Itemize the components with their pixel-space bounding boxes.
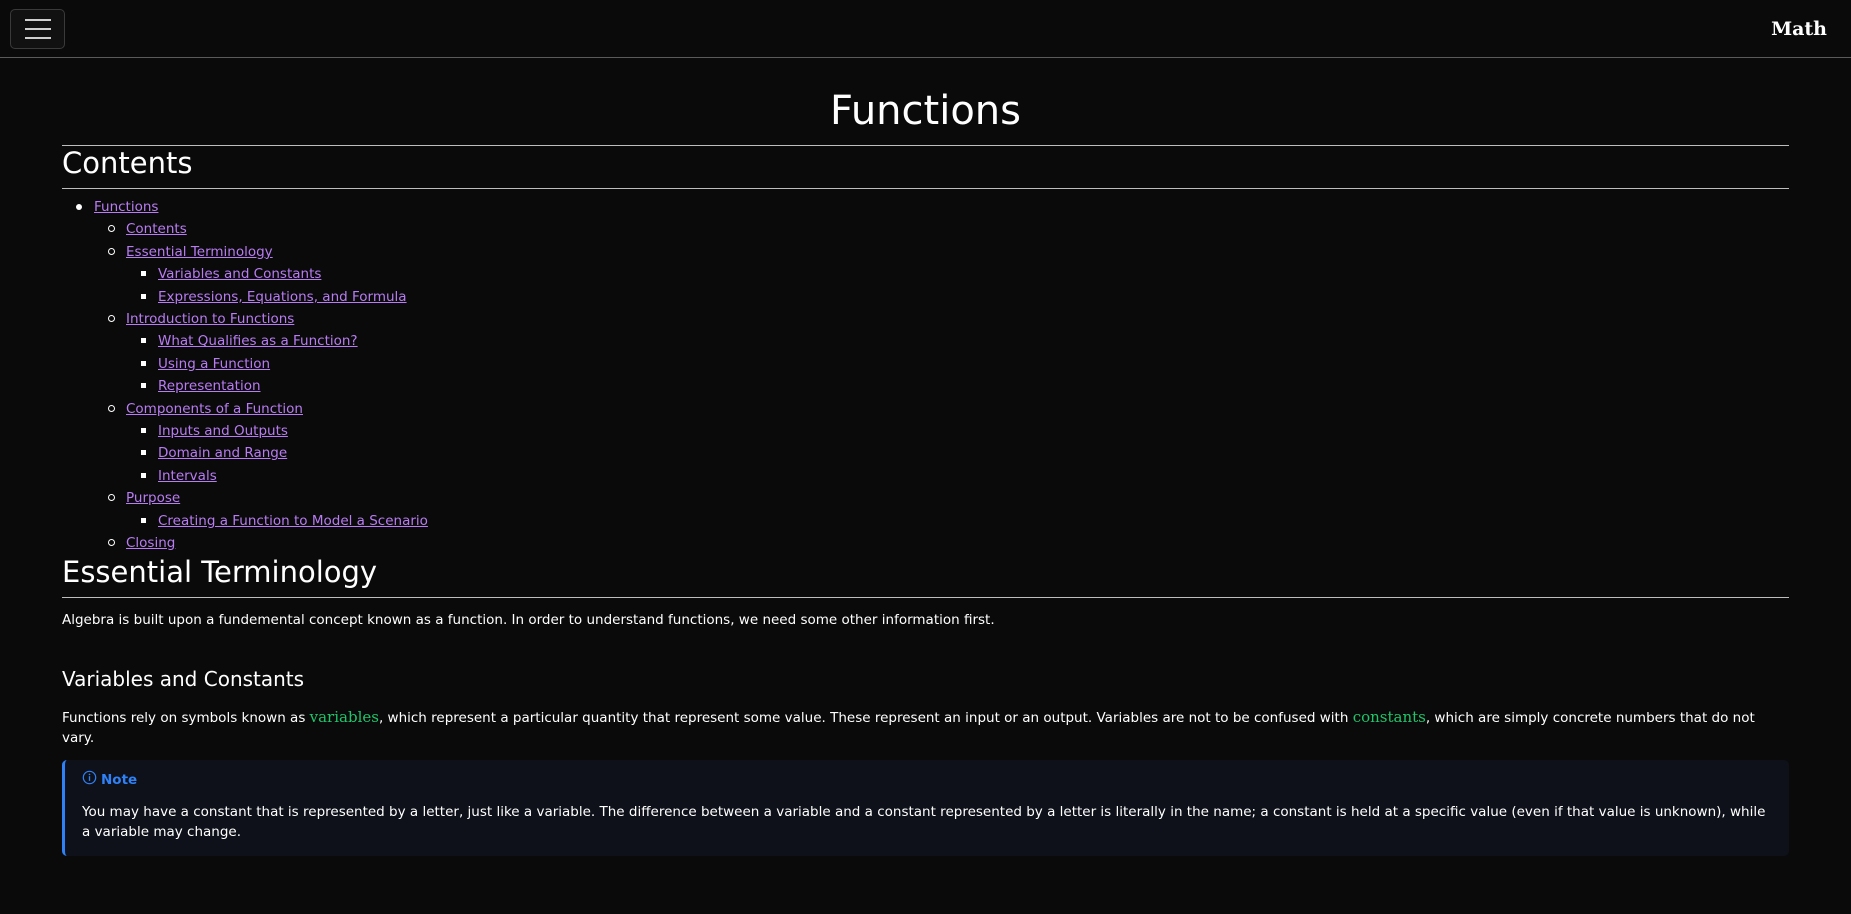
toc-list: Functions Contents Essential Terminology… xyxy=(62,196,1789,555)
toc-sublist: Variables and Constants Expressions, Equ… xyxy=(126,263,1789,308)
toc-link-introduction-to-functions[interactable]: Introduction to Functions xyxy=(126,311,294,327)
toc-item: Functions Contents Essential Terminology… xyxy=(62,196,1789,555)
toc-link-representation[interactable]: Representation xyxy=(158,378,261,394)
note-header: Note xyxy=(82,770,1771,790)
toc-link-contents[interactable]: Contents xyxy=(126,221,187,237)
toc-link-closing[interactable]: Closing xyxy=(126,535,175,551)
toc-link-creating-a-function[interactable]: Creating a Function to Model a Scenario xyxy=(158,513,428,529)
toc-link-purpose[interactable]: Purpose xyxy=(126,490,180,506)
hamburger-icon-bar xyxy=(24,28,51,30)
toc-link-using-a-function[interactable]: Using a Function xyxy=(158,356,270,372)
toc-link-inputs-and-outputs[interactable]: Inputs and Outputs xyxy=(158,423,288,439)
toc-item: Closing xyxy=(94,532,1789,554)
hamburger-icon-bar xyxy=(24,19,51,21)
toc-link-variables-and-constants[interactable]: Variables and Constants xyxy=(158,266,321,282)
brand-title[interactable]: Math xyxy=(1771,18,1827,40)
toc-item: Introduction to Functions What Qualifies… xyxy=(94,308,1789,398)
variables-and-constants-heading: Variables and Constants xyxy=(62,666,305,691)
toc-item: Purpose Creating a Function to Model a S… xyxy=(94,487,1789,532)
note-title: Note xyxy=(101,771,138,788)
page-title: Functions xyxy=(62,58,1789,146)
toc-sublist: Contents Essential Terminology Variables… xyxy=(94,218,1789,554)
toc-link-what-qualifies[interactable]: What Qualifies as a Function? xyxy=(158,333,358,349)
toc-item: Components of a Function Inputs and Outp… xyxy=(94,398,1789,488)
info-icon xyxy=(82,770,97,790)
contents-heading: Contents xyxy=(62,146,1789,189)
toc-sublist: Inputs and Outputs Domain and Range Inte… xyxy=(126,420,1789,487)
toc-item: Intervals xyxy=(126,465,1789,487)
essential-terminology-intro: Algebra is built upon a fundemental conc… xyxy=(62,611,995,628)
toc-item: Representation xyxy=(126,375,1789,397)
toc-link-functions[interactable]: Functions xyxy=(94,199,158,215)
toc-link-expressions-equations-formula[interactable]: Expressions, Equations, and Formula xyxy=(158,289,407,305)
term-constants: constants xyxy=(1352,707,1426,726)
note-callout: Note You may have a constant that is rep… xyxy=(62,759,1789,856)
toc-item: Inputs and Outputs xyxy=(126,420,1789,442)
toc-link-essential-terminology[interactable]: Essential Terminology xyxy=(126,244,273,260)
toc-sublist: What Qualifies as a Function? Using a Fu… xyxy=(126,330,1789,397)
toc-item: What Qualifies as a Function? xyxy=(126,330,1789,352)
essential-terminology-heading: Essential Terminology xyxy=(62,555,1789,598)
top-navbar: Math xyxy=(0,0,1851,58)
variables-paragraph: Functions rely on symbols known as varia… xyxy=(62,707,1789,748)
hamburger-icon-bar xyxy=(24,37,51,39)
toc-sublist: Creating a Function to Model a Scenario xyxy=(126,510,1789,532)
toc-item: Using a Function xyxy=(126,353,1789,375)
term-variables: variables xyxy=(309,707,379,726)
hamburger-menu-button[interactable] xyxy=(10,9,65,49)
toc-item: Expressions, Equations, and Formula xyxy=(126,286,1789,308)
toc-item: Creating a Function to Model a Scenario xyxy=(126,510,1789,532)
table-of-contents: Functions Contents Essential Terminology… xyxy=(62,196,1789,555)
variables-text-2: , which represent a particular quantity … xyxy=(378,709,1353,726)
toc-item: Variables and Constants xyxy=(126,263,1789,285)
toc-link-intervals[interactable]: Intervals xyxy=(158,468,217,484)
toc-item: Domain and Range xyxy=(126,442,1789,464)
toc-item: Essential Terminology Variables and Cons… xyxy=(94,241,1789,308)
toc-link-components-of-a-function[interactable]: Components of a Function xyxy=(126,401,303,417)
main-content: Functions Contents Functions Contents Es… xyxy=(62,58,1789,856)
toc-link-domain-and-range[interactable]: Domain and Range xyxy=(158,445,287,461)
toc-item: Contents xyxy=(94,218,1789,240)
note-body: You may have a constant that is represen… xyxy=(82,803,1766,840)
variables-text-1: Functions rely on symbols known as xyxy=(62,709,310,726)
